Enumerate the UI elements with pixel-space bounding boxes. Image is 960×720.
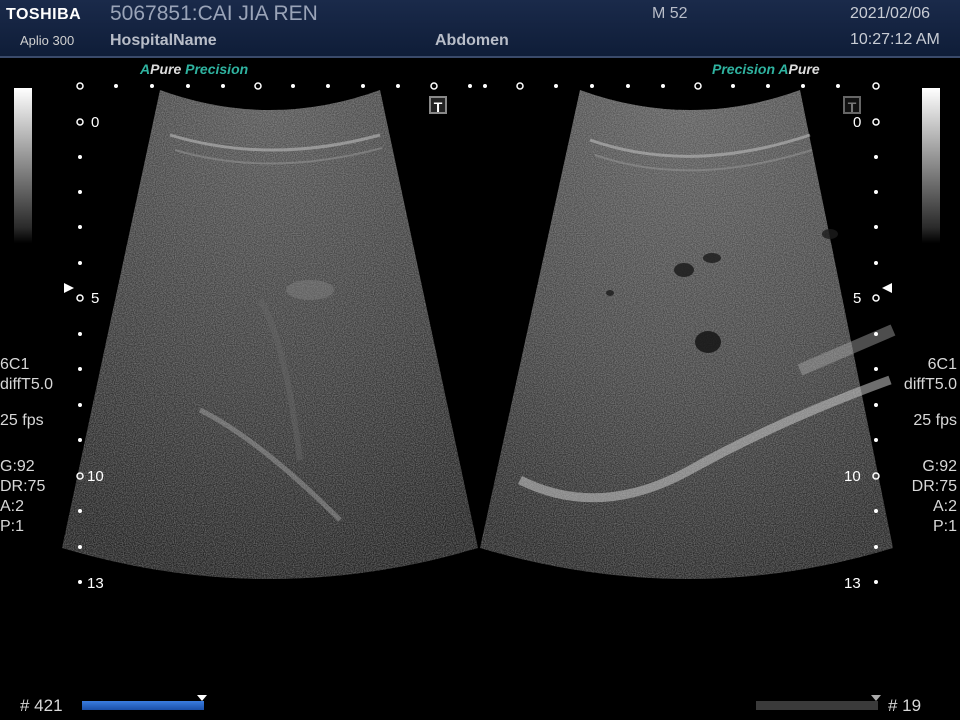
left-probe-info: 6C1 diffT5.0 [0,355,53,395]
left-gain: G:92 [0,458,35,475]
left-dynamic-range: DR:75 [0,478,46,495]
right-cine-bar[interactable] [756,701,878,710]
right-frame-rate: 25 fps [913,412,957,429]
left-cine-bar[interactable] [82,701,204,710]
right-gain: G:92 [922,458,957,475]
active-view-t-icon[interactable]: T [429,96,447,115]
right-image-params: G:92 DR:75 A:2 P:1 [912,457,957,537]
left-image-tags: APure Precision [140,61,249,77]
right-image-tags: Precision APure [712,61,820,77]
inactive-view-t-icon[interactable]: T [843,96,861,115]
left-grayscale-bar [14,88,32,243]
right-p-param: P:1 [932,518,957,535]
left-probe: 6C1 [0,356,30,373]
left-depth-10: 10 [87,468,104,485]
right-depth-5: 5 [853,290,862,307]
left-frame-rate: 25 fps [0,412,44,429]
right-mode: diffT5.0 [903,376,957,393]
left-mode: diffT5.0 [0,376,54,393]
right-dynamic-range: DR:75 [911,478,957,495]
right-grayscale-bar [922,88,940,243]
left-depth-13: 13 [87,575,104,592]
right-probe: 6C1 [927,356,957,373]
left-a-param: A:2 [0,498,25,515]
right-probe-info: 6C1 diffT5.0 [904,355,957,395]
top-lateral-scale [76,82,880,90]
ultrasound-image-area [62,82,896,701]
left-frame-counter: # 421 [20,696,63,715]
right-ultrasound-sector [480,90,896,579]
left-p-param: P:1 [0,518,25,535]
right-depth-10: 10 [844,468,861,485]
right-depth-0: 0 [853,114,862,131]
left-image-params: G:92 DR:75 A:2 P:1 [0,457,45,537]
right-a-param: A:2 [932,498,957,515]
right-frame-counter: # 19 [888,696,922,715]
left-depth-5: 5 [91,290,100,307]
left-ultrasound-sector [62,90,478,579]
right-depth-13: 13 [844,575,861,592]
left-depth-0: 0 [91,114,100,131]
